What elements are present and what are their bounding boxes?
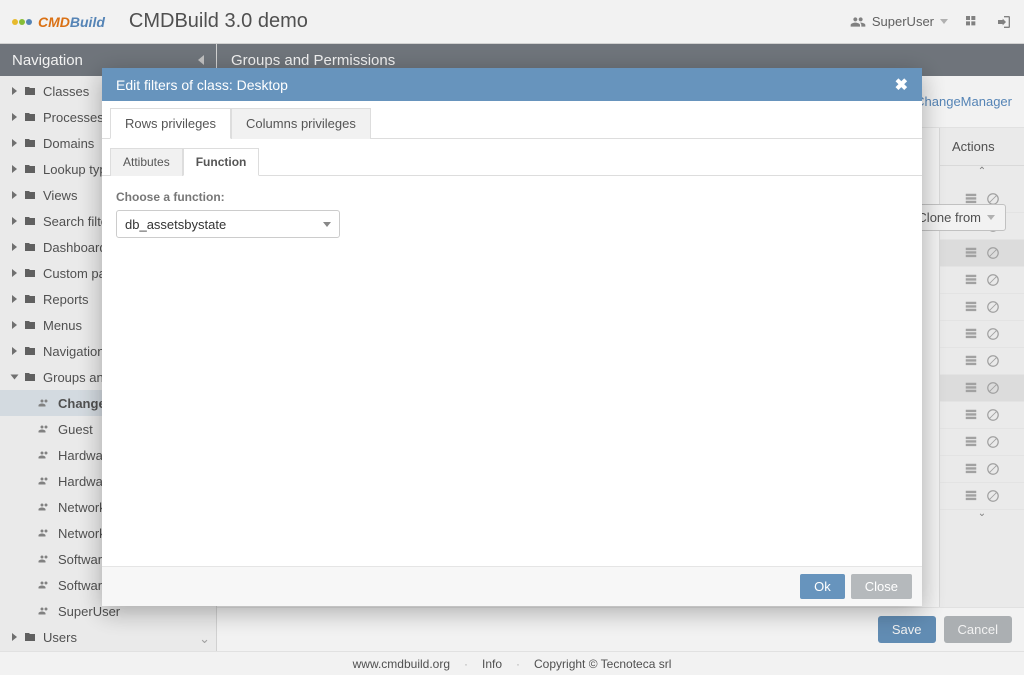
modal-title: Edit filters of class: Desktop [116, 77, 288, 93]
group-icon [36, 579, 52, 591]
table-row[interactable] [940, 375, 1024, 402]
grid-icon [963, 246, 979, 260]
grid-icon [963, 327, 979, 341]
disabled-icon [985, 246, 1001, 260]
close-icon[interactable]: ✖ [895, 75, 908, 95]
collapse-icon[interactable] [198, 55, 204, 65]
folder-icon [23, 345, 37, 357]
topbar: CMDBuild CMDBuild 3.0 demo SuperUser [0, 0, 1024, 44]
folder-icon [23, 267, 37, 279]
breadcrumb[interactable]: ChangeManager [915, 94, 1012, 109]
disabled-icon [985, 435, 1001, 449]
disabled-icon [985, 354, 1001, 368]
user-menu[interactable]: SuperUser [850, 14, 948, 30]
folder-icon [23, 631, 37, 643]
chevron-down-icon [940, 19, 948, 24]
users-icon [850, 14, 866, 30]
page-footer: www.cmdbuild.org · Info · Copyright © Te… [0, 651, 1024, 675]
chevron-down-icon[interactable]: ⌄ [199, 631, 210, 647]
footer-site-link[interactable]: www.cmdbuild.org [353, 657, 450, 671]
folder-icon [23, 241, 37, 253]
table-row[interactable] [940, 402, 1024, 429]
table-row[interactable] [940, 321, 1024, 348]
table-row[interactable] [940, 267, 1024, 294]
chevron-down-icon [323, 222, 331, 227]
grid-icon [963, 462, 979, 476]
group-icon [36, 501, 52, 513]
group-icon [36, 449, 52, 461]
tab-rows-privileges[interactable]: Rows privileges [110, 108, 231, 139]
folder-icon [23, 215, 37, 227]
grid-icon [963, 273, 979, 287]
cancel-button[interactable]: Cancel [944, 616, 1012, 643]
folder-icon [23, 293, 37, 305]
grid-icon[interactable] [964, 14, 980, 30]
close-button[interactable]: Close [851, 574, 912, 599]
group-icon [36, 423, 52, 435]
function-selected-value: db_assetsbystate [125, 217, 226, 232]
disabled-icon [985, 462, 1001, 476]
modal-header[interactable]: Edit filters of class: Desktop ✖ [102, 68, 922, 101]
ok-button[interactable]: Ok [800, 574, 845, 599]
subtab-function[interactable]: Function [183, 148, 260, 176]
table-row[interactable] [940, 240, 1024, 267]
folder-icon [23, 371, 37, 383]
save-button[interactable]: Save [878, 616, 936, 643]
folder-icon [23, 163, 37, 175]
sidebar-item-users[interactable]: Users [0, 624, 216, 650]
folder-icon [23, 319, 37, 331]
app-title: CMDBuild 3.0 demo [129, 10, 308, 33]
table-row[interactable] [940, 429, 1024, 456]
grid-icon [963, 354, 979, 368]
grid-icon [963, 381, 979, 395]
folder-icon [23, 111, 37, 123]
disabled-icon [985, 381, 1001, 395]
actions-column-header: Actions [940, 128, 1024, 166]
disabled-icon [985, 408, 1001, 422]
chevron-down-icon [987, 215, 995, 220]
grid-icon [963, 408, 979, 422]
disabled-icon [985, 273, 1001, 287]
logout-icon[interactable] [996, 14, 1012, 30]
grid-icon [963, 300, 979, 314]
folder-icon [23, 189, 37, 201]
user-label: SuperUser [872, 14, 934, 29]
group-icon [36, 605, 52, 617]
group-icon [36, 527, 52, 539]
function-select[interactable]: db_assetsbystate [116, 210, 340, 238]
grid-icon [963, 489, 979, 503]
actions-panel: Clone from Actions ⌃ ⌄ [939, 128, 1024, 607]
footer-info-link[interactable]: Info [482, 657, 502, 671]
group-icon [36, 553, 52, 565]
disabled-icon [985, 489, 1001, 503]
subtab-attributes[interactable]: Attibutes [110, 148, 183, 176]
folder-icon [23, 85, 37, 97]
function-label: Choose a function: [116, 190, 908, 204]
group-icon [36, 397, 52, 409]
table-row[interactable] [940, 483, 1024, 510]
table-row[interactable] [940, 294, 1024, 321]
edit-filters-modal: Edit filters of class: Desktop ✖ Rows pr… [102, 68, 922, 606]
group-icon [36, 475, 52, 487]
table-row[interactable] [940, 456, 1024, 483]
tab-columns-privileges[interactable]: Columns privileges [231, 108, 371, 139]
disabled-icon [985, 300, 1001, 314]
scroll-down-icon[interactable]: ⌄ [940, 508, 1024, 528]
scroll-up-icon[interactable]: ⌃ [940, 166, 1024, 186]
disabled-icon [985, 327, 1001, 341]
table-row[interactable] [940, 348, 1024, 375]
footer-copyright: Copyright © Tecnoteca srl [534, 657, 671, 671]
folder-icon [23, 137, 37, 149]
grid-icon [963, 435, 979, 449]
logo[interactable]: CMDBuild [12, 14, 105, 30]
